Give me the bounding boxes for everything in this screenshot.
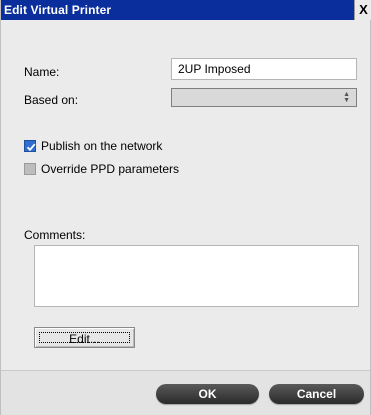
close-button[interactable]: X — [354, 0, 371, 20]
name-label: Name: — [24, 65, 60, 79]
edit-button-label: Edit... — [39, 332, 130, 345]
based-on-select[interactable]: ▲ ▼ — [171, 88, 357, 107]
publish-label: Publish on the network — [41, 139, 163, 153]
override-ppd-label: Override PPD parameters — [41, 162, 180, 176]
name-input[interactable] — [171, 58, 357, 80]
ok-button[interactable]: OK — [156, 384, 259, 404]
comments-label: Comments: — [24, 228, 86, 242]
based-on-label: Based on: — [24, 93, 79, 107]
checkmark-icon — [26, 143, 36, 152]
select-updown-icon: ▲ ▼ — [343, 91, 350, 104]
dialog-footer: OK Cancel — [1, 370, 370, 415]
close-icon: X — [359, 2, 368, 17]
ok-button-label: OK — [198, 387, 217, 401]
window-title: Edit Virtual Printer — [4, 3, 112, 17]
title-bar: Edit Virtual Printer X — [1, 0, 371, 20]
comments-textarea[interactable] — [34, 245, 359, 307]
cancel-button[interactable]: Cancel — [269, 384, 364, 404]
publish-checkbox[interactable] — [24, 140, 36, 152]
edit-button[interactable]: Edit... — [34, 327, 135, 348]
edit-virtual-printer-dialog: Edit Virtual Printer X Name: Based on: ▲… — [0, 0, 371, 415]
override-ppd-checkbox[interactable] — [24, 163, 36, 175]
cancel-button-label: Cancel — [296, 387, 337, 401]
